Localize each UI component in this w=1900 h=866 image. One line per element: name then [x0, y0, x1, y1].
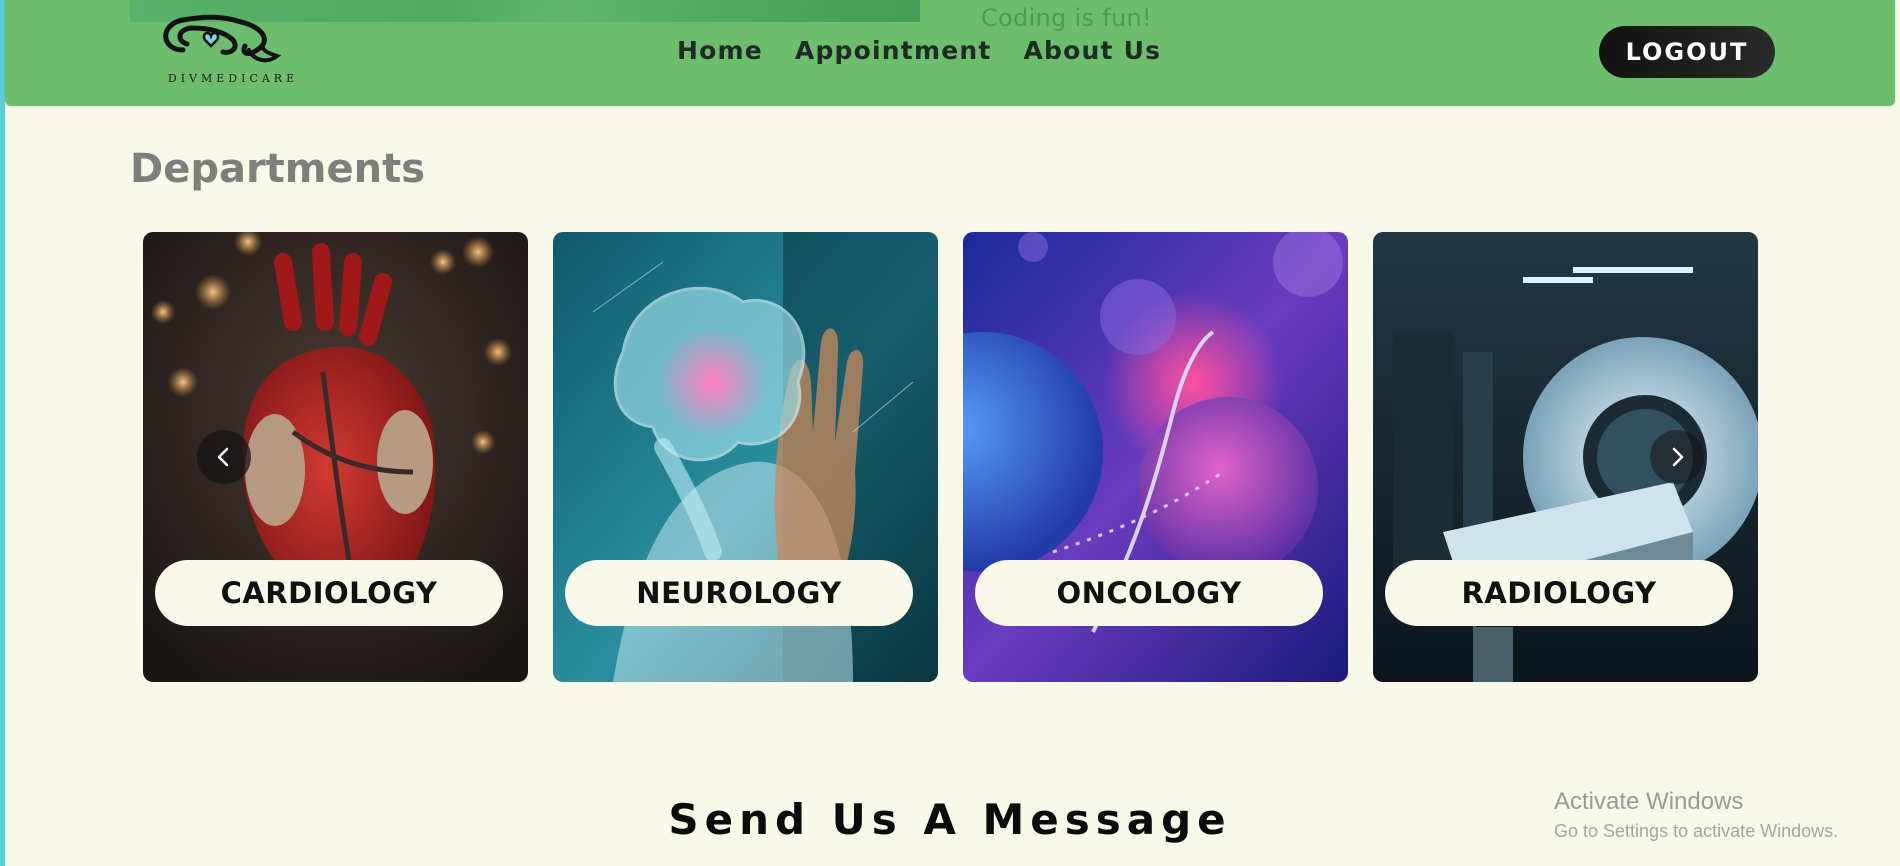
logout-button[interactable]: LOGOUT: [1599, 26, 1775, 78]
chevron-left-icon: [217, 447, 229, 467]
chevron-right-icon: [1672, 447, 1684, 467]
department-card-neurology[interactable]: NEUROLOGY: [553, 232, 938, 682]
nav-appointment[interactable]: Appointment: [795, 36, 992, 65]
window-left-edge: [0, 0, 5, 866]
carousel-prev-button[interactable]: [197, 430, 251, 484]
nav-home[interactable]: Home: [677, 36, 763, 65]
top-navbar: DIVMEDICARE Home Appointment About Us LO…: [5, 0, 1895, 106]
department-label-neurology[interactable]: NEUROLOGY: [565, 560, 913, 626]
department-card-oncology[interactable]: ONCOLOGY: [963, 232, 1348, 682]
departments-carousel: CARDIOLOGY NEUROLOGY ONCOLOGY RADIOLOGY: [143, 232, 1759, 682]
carousel-next-button[interactable]: [1650, 430, 1704, 484]
windows-activation-title: Activate Windows: [1554, 788, 1744, 815]
main-nav: Home Appointment About Us: [677, 36, 1161, 65]
department-label-cardiology[interactable]: CARDIOLOGY: [155, 560, 503, 626]
department-label-radiology[interactable]: RADIOLOGY: [1385, 560, 1733, 626]
brand-logo-icon: [163, 14, 282, 63]
brand-logo-text: DIVMEDICARE: [167, 72, 299, 85]
banner-text: Coding is fun!: [981, 4, 1152, 32]
department-label-oncology[interactable]: ONCOLOGY: [975, 560, 1323, 626]
nav-about-us[interactable]: About Us: [1024, 36, 1162, 65]
brand-logo[interactable]: DIVMEDICARE: [153, 10, 313, 88]
windows-activation-subtitle: Go to Settings to activate Windows.: [1554, 821, 1839, 841]
departments-heading: Departments: [130, 146, 426, 192]
